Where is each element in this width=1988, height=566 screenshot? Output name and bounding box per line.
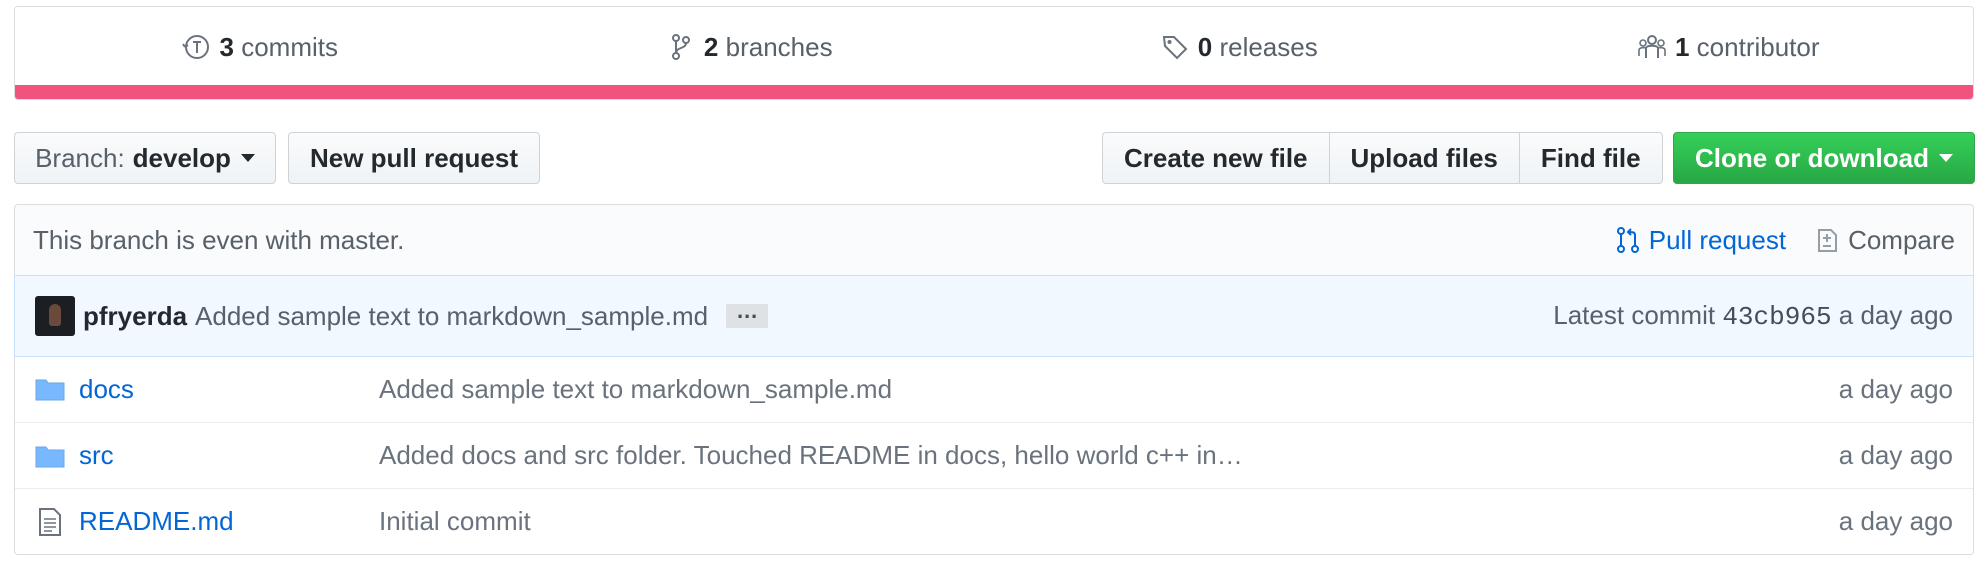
compare-link[interactable]: Compare: [1812, 225, 1955, 256]
file-commit-message[interactable]: Initial commit: [379, 506, 1839, 537]
contributors-label: contributor: [1696, 31, 1820, 62]
tag-icon: [1160, 32, 1190, 62]
folder-icon: [35, 443, 65, 469]
branch-info-bar: This branch is even with master. Pull re…: [14, 204, 1974, 276]
history-icon: [181, 32, 212, 62]
file-commit-message[interactable]: Added docs and src folder. Touched READM…: [379, 440, 1839, 471]
file-name-link[interactable]: docs: [79, 374, 379, 405]
commits-count: 3: [219, 31, 234, 62]
branch-select-button[interactable]: Branch: develop: [14, 132, 276, 184]
avatar[interactable]: [35, 296, 75, 336]
commits-label: commits: [241, 31, 338, 62]
branch-prefix: Branch:: [35, 142, 125, 173]
file-row: src Added docs and src folder. Touched R…: [15, 422, 1973, 488]
file-age: a day ago: [1838, 440, 1953, 470]
clone-label: Clone or download: [1695, 142, 1929, 173]
pull-request-link[interactable]: Pull request: [1613, 225, 1786, 256]
commit-age: a day ago: [1838, 300, 1953, 330]
branch-status-text: This branch is even with master.: [33, 224, 405, 255]
new-pull-request-button[interactable]: New pull request: [288, 132, 540, 184]
commits-link[interactable]: 3 commits: [15, 7, 505, 87]
branch-name: develop: [132, 142, 231, 173]
find-file-button[interactable]: Find file: [1518, 132, 1663, 184]
releases-count: 0: [1197, 31, 1213, 62]
repo-summary: 3 commits 2 branches 0 releases 1 contri…: [14, 6, 1974, 100]
create-new-file-button[interactable]: Create new file: [1102, 132, 1330, 184]
language-bar[interactable]: [15, 85, 1973, 99]
git-pull-request-icon: [1613, 225, 1643, 255]
expand-commit-button[interactable]: …: [726, 300, 769, 328]
contributors-count: 1: [1674, 31, 1690, 62]
file-row: docs Added sample text to markdown_sampl…: [15, 356, 1973, 422]
caret-down-icon: [1939, 154, 1953, 162]
branches-count: 2: [703, 31, 719, 62]
upload-files-button[interactable]: Upload files: [1328, 132, 1520, 184]
compare-label: Compare: [1848, 224, 1955, 255]
branches-label: branches: [725, 31, 833, 62]
branches-link[interactable]: 2 branches: [505, 7, 995, 87]
releases-label: releases: [1219, 31, 1318, 62]
folder-icon: [35, 376, 65, 402]
commit-message[interactable]: Added sample text to markdown_sample.md: [195, 301, 708, 332]
pull-request-label: Pull request: [1648, 224, 1787, 255]
file-text-icon: [35, 507, 65, 537]
clone-or-download-button[interactable]: Clone or download: [1673, 132, 1975, 184]
latest-commit-bar: pfryerda Added sample text to markdown_s…: [14, 275, 1974, 357]
releases-link[interactable]: 0 releases: [994, 7, 1484, 87]
branch-icon: [666, 32, 696, 62]
latest-commit-prefix: Latest commit: [1553, 300, 1716, 330]
file-name-link[interactable]: src: [79, 440, 379, 471]
file-commit-message[interactable]: Added sample text to markdown_sample.md: [379, 374, 1839, 405]
file-age: a day ago: [1838, 506, 1953, 536]
file-actions-group: Create new file Upload files Find file: [1102, 132, 1663, 184]
commit-author[interactable]: pfryerda: [83, 301, 187, 332]
diff-icon: [1812, 225, 1842, 255]
caret-down-icon: [240, 154, 255, 162]
file-list: docs Added sample text to markdown_sampl…: [14, 356, 1974, 555]
people-icon: [1637, 32, 1667, 62]
file-row: README.md Initial commit a day ago: [15, 488, 1973, 554]
file-name-link[interactable]: README.md: [79, 506, 379, 537]
file-age: a day ago: [1838, 373, 1953, 404]
contributors-link[interactable]: 1 contributor: [1484, 7, 1974, 87]
commit-sha[interactable]: 43cb965: [1722, 302, 1831, 332]
latest-commit-info: Latest commit 43cb965 a day ago: [1553, 300, 1953, 332]
